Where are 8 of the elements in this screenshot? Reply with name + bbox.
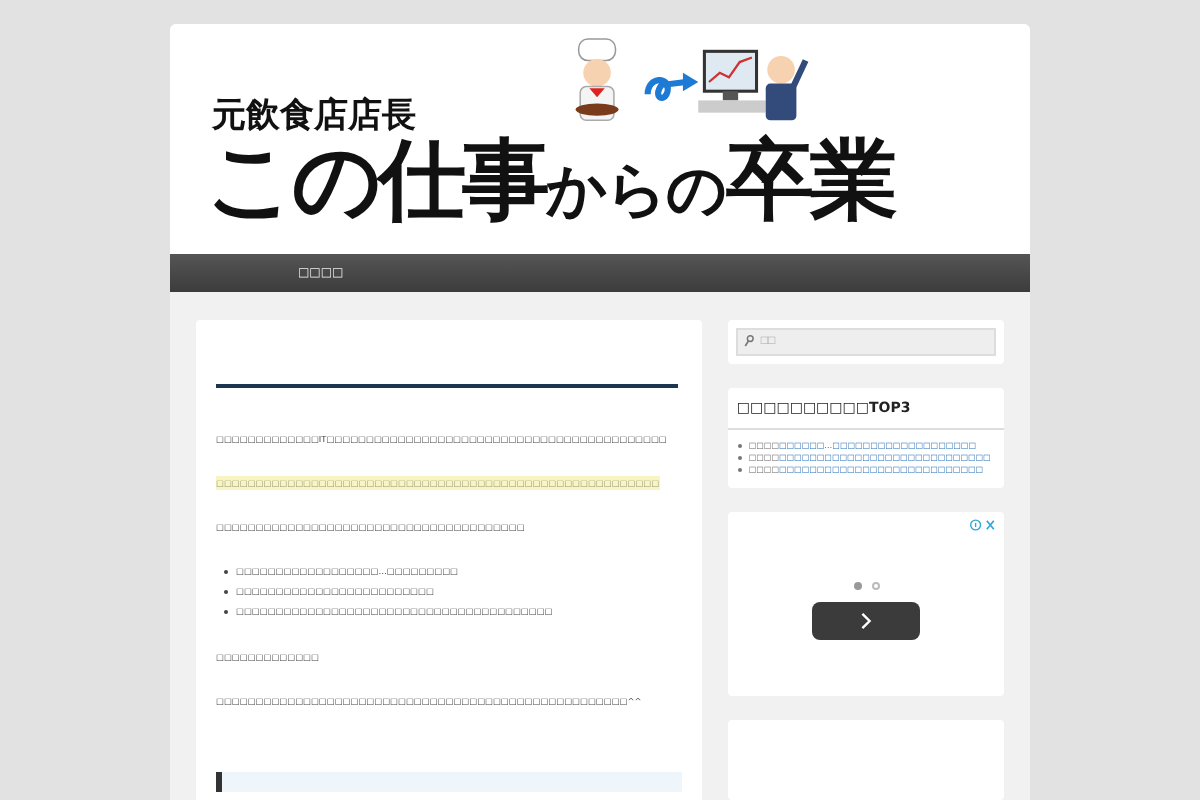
- carousel-dot[interactable]: [871, 582, 880, 590]
- site-subtitle: 元飲食店店長: [212, 94, 418, 138]
- site-title[interactable]: この仕事からの卒業: [206, 138, 894, 226]
- ad-choices-icon[interactable]: [970, 518, 998, 532]
- chevron-right-icon: [860, 612, 873, 630]
- carousel-dot[interactable]: [853, 582, 862, 590]
- search-icon: [744, 334, 755, 348]
- next-button[interactable]: [812, 602, 921, 640]
